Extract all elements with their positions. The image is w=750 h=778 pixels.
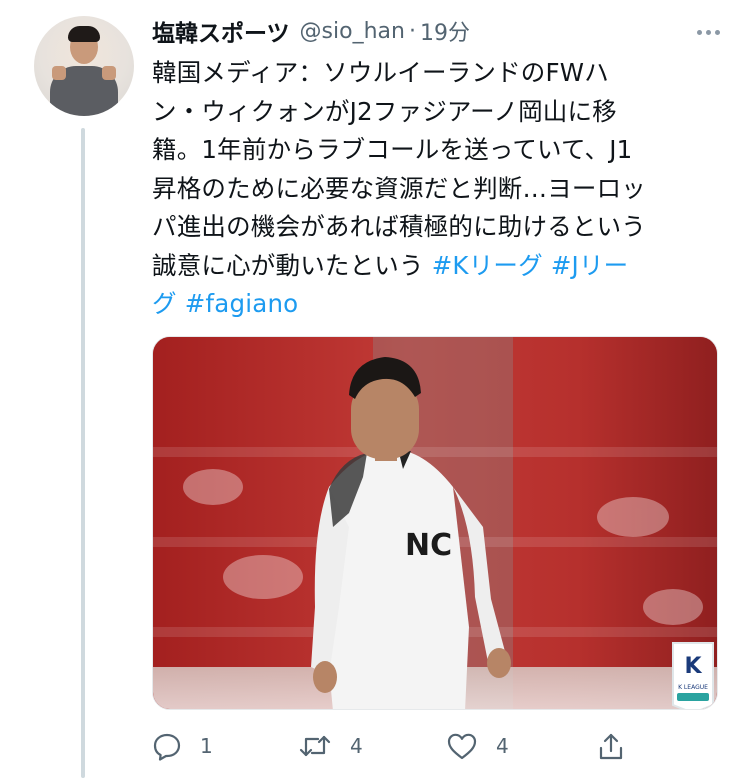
reply-button[interactable]: 1 [152,731,213,761]
tweet-text-line: 昇格のために必要な資源だと判断…ヨーロッ [152,173,646,203]
more-icon[interactable] [694,18,722,46]
retweet-button[interactable]: 4 [298,731,363,761]
author-handle[interactable]: @sio_han [300,19,405,44]
like-icon [446,731,478,761]
tweet-actions: 1 4 4 [152,728,632,764]
avatar-column [34,16,134,116]
reply-count: 1 [200,734,213,758]
k-league-logo: K K LEAGUE [672,642,714,709]
tweet-text-line: パ進出の機会があれば積極的に助けるという [152,212,646,241]
share-button[interactable] [596,731,626,761]
tweet-header: 塩韓スポーツ @sio_han · 19分 [152,14,722,48]
like-count: 4 [496,734,509,758]
tweet-text: 韓国メディア：ソウルイーランドのFWハ ン・ウィクォンがJ2ファジアーノ岡山に移… [152,54,724,324]
avatar[interactable] [34,16,134,116]
more-dot [714,29,720,35]
tweet-text-line: 誠意に心が動いたという [152,250,424,280]
hashtag-j-league-cont[interactable]: グ [152,289,177,318]
tweet-text-line: ン・ウィクォンがJ2ファジアーノ岡山に移 [152,96,617,126]
tweet-time[interactable]: 19分 [420,15,470,47]
hashtag-j-league[interactable]: #Jリー [551,251,629,280]
share-icon [596,731,626,761]
hashtag-k-league[interactable]: #Kリーグ [432,251,543,280]
author-name[interactable]: 塩韓スポーツ [152,14,290,48]
hashtag-fagiano[interactable]: #fagiano [185,289,299,318]
retweet-icon [298,731,332,761]
player-photo: NC K K LEAGUE [153,337,717,709]
k-league-logo-text: K LEAGUE [678,684,708,691]
tweet[interactable]: 塩韓スポーツ @sio_han · 19分 韓国メディア：ソウルイーランドのFW… [0,0,750,778]
thread-line [81,128,85,778]
avatar-hand-right [102,66,116,80]
tweet-photo[interactable]: NC K K LEAGUE [152,336,718,710]
more-dot [705,29,711,35]
reply-icon [152,731,182,761]
tweet-text-line: 韓国メディア：ソウルイーランドのFWハ [152,58,609,87]
avatar-hair-shape [68,26,100,42]
more-dot [696,29,702,35]
separator-dot: · [408,18,416,44]
svg-text:NC: NC [405,528,452,563]
svg-text:K: K [684,654,702,679]
tweet-text-line: 籍。1年前からラブコールを送っていて、J1 [152,135,633,164]
like-button[interactable]: 4 [446,731,509,761]
avatar-hand-left [52,66,66,80]
retweet-count: 4 [350,734,363,758]
